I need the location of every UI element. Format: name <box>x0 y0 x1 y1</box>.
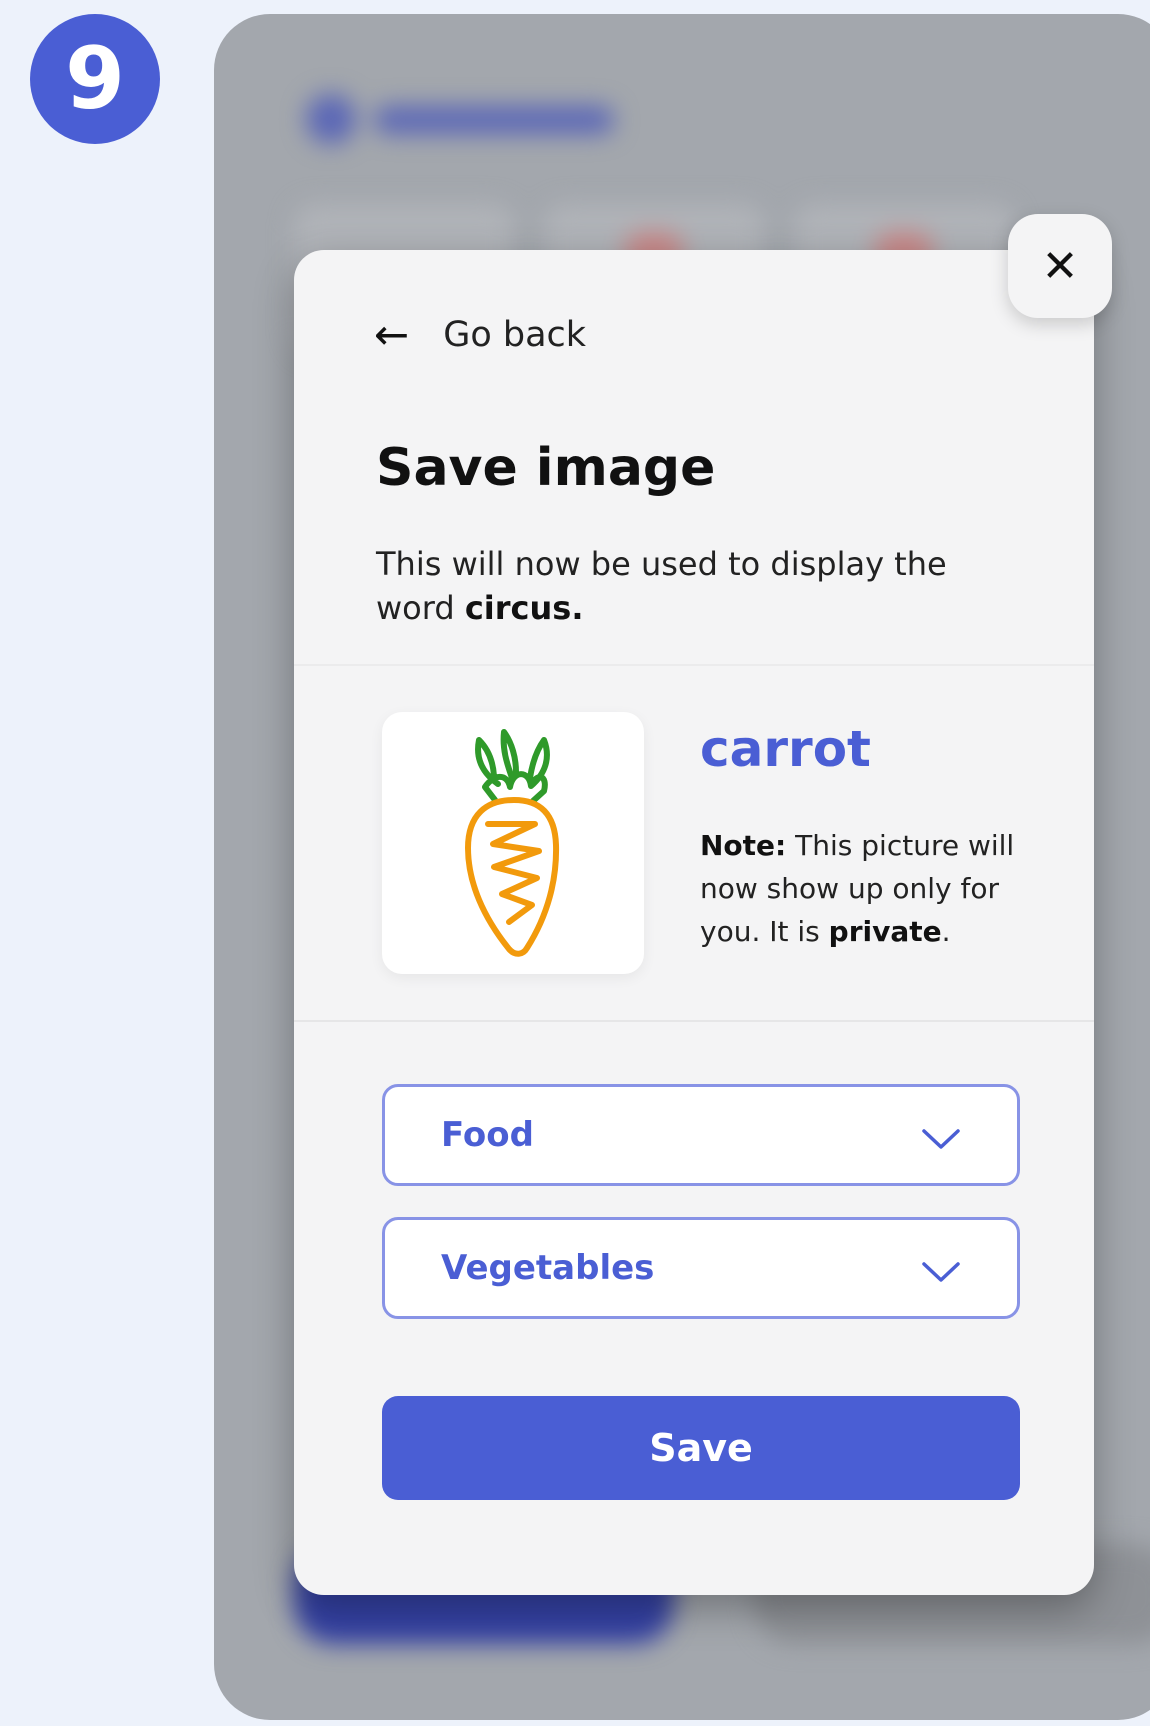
divider <box>294 1020 1094 1022</box>
category-dropdown[interactable]: Food <box>382 1084 1020 1186</box>
step-number-badge: 9 <box>30 14 160 144</box>
dialog-description: This will now be used to display the wor… <box>376 542 1016 630</box>
close-button[interactable]: ✕ <box>1008 214 1112 318</box>
divider <box>294 664 1094 666</box>
note-end: . <box>941 915 951 948</box>
dialog-title: Save image <box>376 438 716 498</box>
go-back-link[interactable]: ← Go back <box>374 310 586 360</box>
privacy-note: Note: This picture will now show up only… <box>700 824 1040 953</box>
close-icon: ✕ <box>1041 240 1079 292</box>
word-label: carrot <box>700 720 871 778</box>
note-emphasis: private <box>828 915 942 948</box>
subcategory-value: Vegetables <box>441 1248 655 1288</box>
arrow-left-icon: ← <box>374 310 410 359</box>
chevron-down-icon <box>922 1129 960 1149</box>
image-preview <box>382 712 644 974</box>
carrot-drawing <box>465 729 560 957</box>
category-value: Food <box>441 1115 534 1155</box>
save-image-dialog: ← Go back Save image This will now be us… <box>294 250 1094 1595</box>
note-label: Note: <box>700 829 787 862</box>
go-back-label: Go back <box>443 315 587 355</box>
save-button[interactable]: Save <box>382 1396 1020 1500</box>
subcategory-dropdown[interactable]: Vegetables <box>382 1217 1020 1319</box>
chevron-down-icon <box>922 1262 960 1282</box>
description-text: This will now be used to display the wor… <box>376 545 947 627</box>
description-word: circus. <box>464 589 584 627</box>
